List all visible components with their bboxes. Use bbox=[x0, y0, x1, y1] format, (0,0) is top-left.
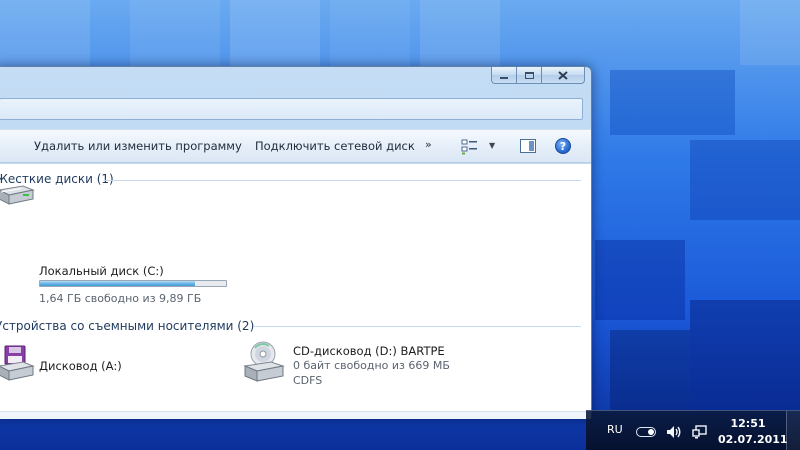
explorer-window[interactable]: Удалить или изменить программу Подключит… bbox=[0, 66, 592, 419]
minimize-button[interactable] bbox=[491, 67, 517, 84]
more-commands-button[interactable]: » bbox=[425, 138, 432, 151]
command-bar: Удалить или изменить программу Подключит… bbox=[0, 129, 591, 163]
language-indicator[interactable]: RU bbox=[607, 423, 623, 436]
preview-pane-icon[interactable] bbox=[520, 139, 536, 153]
hard-drive-icon[interactable] bbox=[0, 176, 35, 210]
volume-icon[interactable] bbox=[666, 425, 682, 439]
drive-d-filesystem: CDFS bbox=[293, 374, 323, 387]
desktop-tile bbox=[130, 0, 220, 70]
drive-d-free-space: 0 байт свободно из 669 МБ bbox=[293, 359, 450, 372]
desktop-tile bbox=[230, 0, 320, 70]
desktop-tile bbox=[690, 140, 800, 220]
dropdown-arrow-icon[interactable]: ▼ bbox=[489, 141, 495, 150]
group-header-removable[interactable]: Устройства со съемными носителями (2) bbox=[0, 319, 254, 333]
help-icon[interactable]: ? bbox=[555, 138, 571, 154]
show-desktop-button[interactable] bbox=[786, 411, 800, 450]
desktop-tile bbox=[610, 70, 735, 135]
cd-drive-icon[interactable] bbox=[239, 340, 285, 386]
desktop-tile bbox=[330, 0, 410, 70]
window-bottom-edge bbox=[0, 411, 591, 419]
drive-c-name[interactable]: Локальный диск (C:) bbox=[39, 264, 164, 278]
drives-list: Жесткие диски (1) Локальный диск (C:) 1,… bbox=[0, 164, 591, 411]
group-divider bbox=[105, 180, 581, 181]
clock-date[interactable]: 02.07.2011 bbox=[718, 433, 788, 446]
system-tray: RU 12:51 02.07.2011 bbox=[586, 410, 800, 450]
view-options-icon[interactable] bbox=[461, 139, 479, 159]
desktop-tile bbox=[740, 0, 800, 65]
group-divider bbox=[253, 326, 581, 327]
caption-buttons bbox=[491, 67, 585, 85]
drive-a-name[interactable]: Дисковод (A:) bbox=[39, 359, 122, 373]
drive-c-usage-bar bbox=[39, 280, 227, 287]
drive-d-name[interactable]: CD-дисковод (D:) BARTPE bbox=[293, 344, 445, 358]
address-bar[interactable] bbox=[0, 98, 583, 120]
desktop-tile bbox=[610, 330, 690, 410]
uninstall-program-button[interactable]: Удалить или изменить программу bbox=[34, 139, 242, 153]
maximize-button[interactable] bbox=[517, 67, 542, 84]
drive-c-usage-fill bbox=[40, 281, 196, 286]
network-icon[interactable] bbox=[692, 425, 708, 439]
maximize-icon bbox=[524, 71, 534, 79]
drive-c-free-space: 1,64 ГБ свободно из 9,89 ГБ bbox=[39, 292, 202, 305]
desktop-tile bbox=[420, 0, 500, 70]
floppy-drive-icon[interactable] bbox=[0, 344, 35, 384]
close-icon bbox=[558, 70, 568, 80]
desktop-tile bbox=[690, 300, 800, 410]
desktop-tile bbox=[595, 240, 685, 320]
desktop-tile bbox=[0, 0, 90, 70]
minimize-icon bbox=[500, 76, 508, 79]
close-button[interactable] bbox=[542, 67, 585, 84]
map-network-drive-button[interactable]: Подключить сетевой диск bbox=[255, 139, 415, 153]
action-center-icon[interactable] bbox=[636, 427, 656, 437]
clock-time[interactable]: 12:51 bbox=[722, 417, 774, 430]
